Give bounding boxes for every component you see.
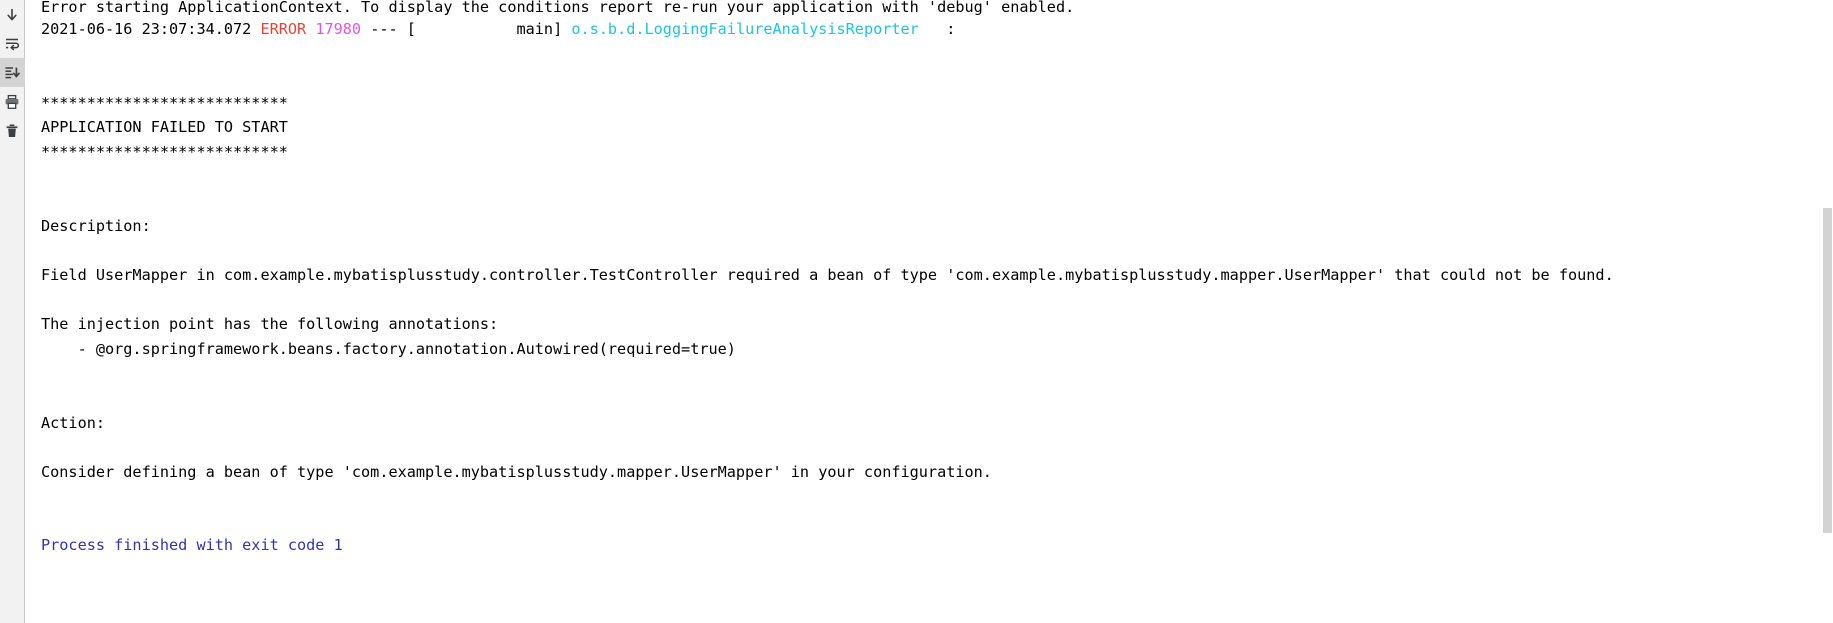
vertical-scrollbar-thumb[interactable] — [1823, 208, 1832, 533]
console-line: Description: — [41, 214, 1833, 239]
console-line: Process finished with exit code 1 — [41, 533, 1833, 558]
console-text: Field UserMapper in com.example.mybatisp… — [41, 265, 1614, 284]
console-text: ERROR — [260, 20, 307, 38]
console-scroll-area[interactable]: Error starting ApplicationContext. To di… — [25, 0, 1833, 623]
toolbar-button-soft-wrap[interactable] — [0, 29, 25, 58]
console-line: 2021-06-16 23:07:34.072 ERROR 17980 --- … — [41, 17, 1833, 42]
console-line: Field UserMapper in com.example.mybatisp… — [41, 263, 1833, 288]
arrow-down-icon — [4, 7, 20, 23]
printer-icon — [4, 94, 20, 110]
console-text: : — [918, 20, 956, 38]
console-text: Description: — [41, 216, 151, 235]
console-text: *************************** — [41, 142, 288, 161]
toolbar-button-scroll-to-end[interactable] — [0, 0, 25, 29]
scroll-to-end-icon — [4, 65, 20, 81]
console-line: Action: — [41, 411, 1833, 436]
toolbar-button-print[interactable] — [0, 87, 25, 116]
console-text: Action: — [41, 413, 106, 432]
toolbar-button-clear-all[interactable] — [0, 116, 25, 145]
console-panel: Error starting ApplicationContext. To di… — [0, 0, 1833, 623]
console-line: *************************** — [41, 140, 1833, 165]
console-line: Error starting ApplicationContext. To di… — [41, 0, 1833, 17]
console-line: Consider defining a bean of type 'com.ex… — [41, 460, 1833, 485]
vertical-scrollbar-track[interactable] — [1821, 0, 1833, 623]
toolbar-button-scroll-to-the-end-auto[interactable] — [0, 58, 25, 87]
console-line: The injection point has the following an… — [41, 312, 1833, 337]
console-text: 17980 — [315, 20, 362, 38]
soft-wrap-icon — [4, 36, 20, 52]
console-line: - @org.springframework.beans.factory.ann… — [41, 337, 1833, 362]
console-link[interactable]: Process finished with exit code 1 — [41, 536, 343, 554]
console-line: *************************** — [41, 91, 1833, 116]
trash-icon — [4, 123, 20, 139]
console-text: 2021-06-16 23:07:34.072 — [41, 20, 261, 38]
console-text: --- [ main] — [361, 20, 572, 38]
console-text: APPLICATION FAILED TO START — [41, 118, 288, 137]
console-text: *************************** — [41, 93, 288, 112]
console-text: The injection point has the following an… — [41, 315, 499, 334]
console-text: - @org.springframework.beans.factory.ann… — [41, 339, 736, 358]
console-text: o.s.b.d.LoggingFailureAnalysisReporter — [571, 20, 919, 38]
console-text: Error starting ApplicationContext. To di… — [41, 0, 1075, 16]
console-toolbar — [0, 0, 25, 623]
run-console-output[interactable]: Error starting ApplicationContext. To di… — [25, 0, 1833, 623]
console-text: Consider defining a bean of type 'com.ex… — [41, 462, 992, 481]
console-line: APPLICATION FAILED TO START — [41, 115, 1833, 140]
